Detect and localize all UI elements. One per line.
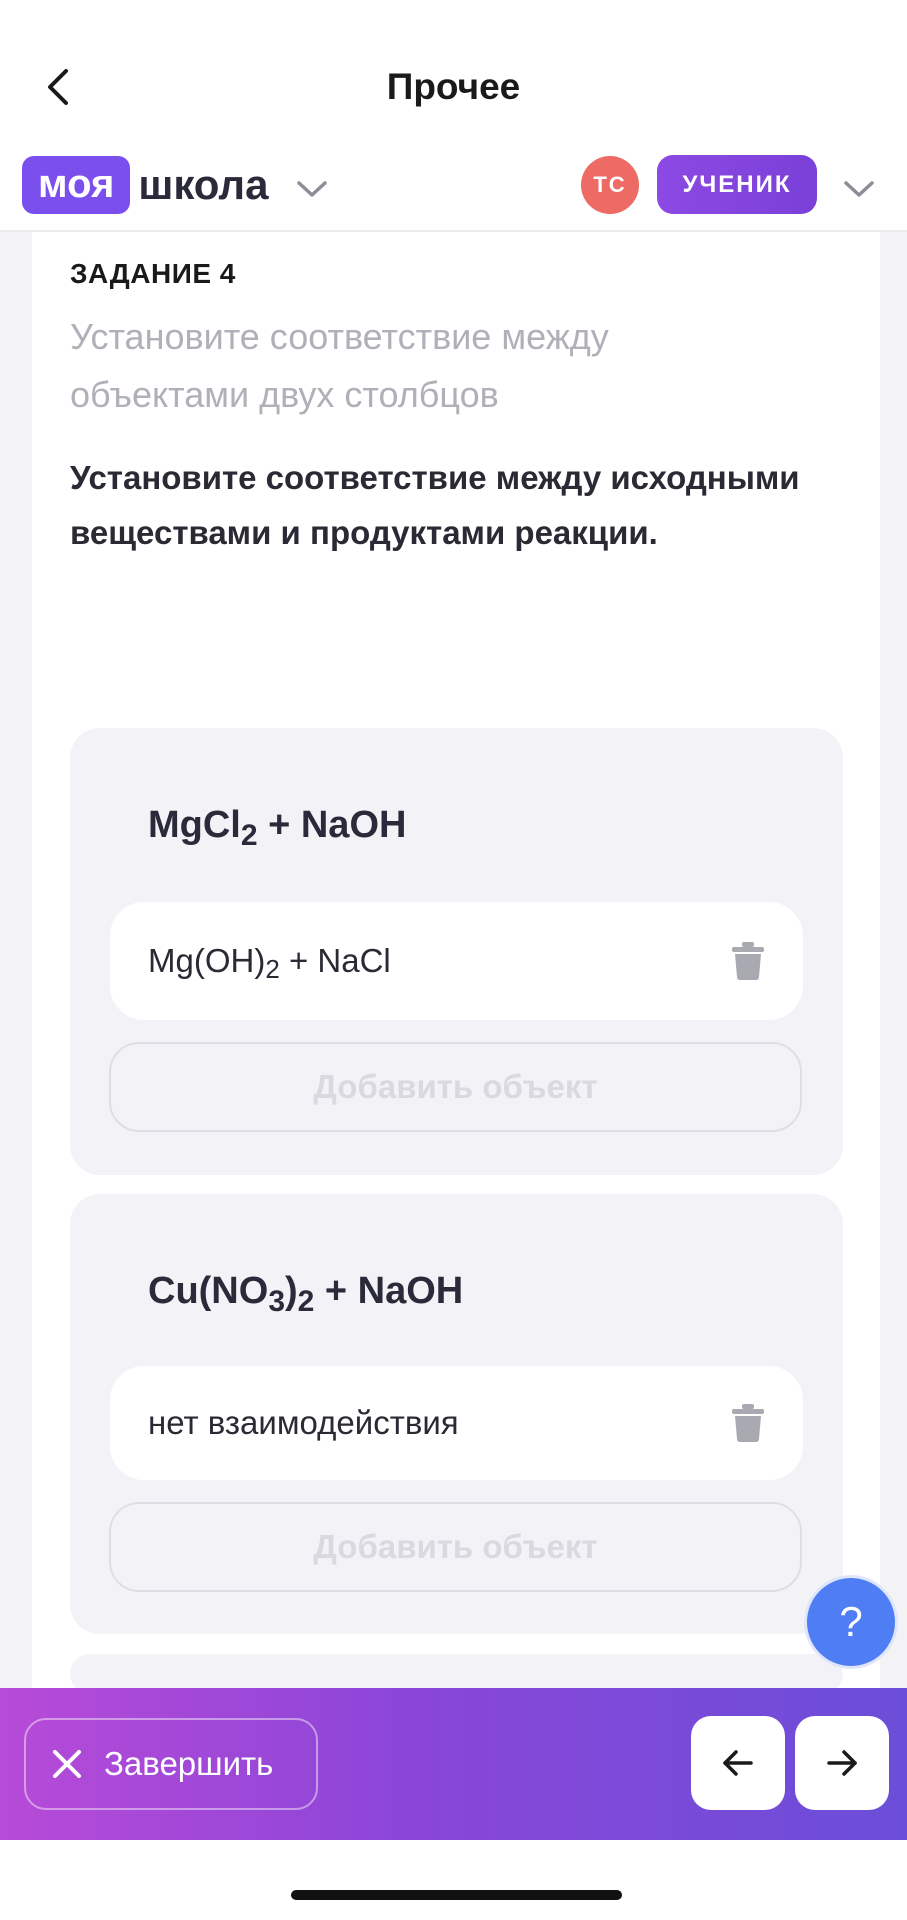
home-indicator[interactable] bbox=[291, 1890, 622, 1900]
answer-text: Mg(OH)2 + NaCl bbox=[148, 902, 391, 1028]
avatar[interactable]: ТС bbox=[581, 156, 639, 214]
task-number: ЗАДАНИЕ 4 bbox=[70, 258, 236, 289]
match-group: Cu(NO3)2 + NaOH нет взаимодействия Добав… bbox=[70, 1194, 843, 1634]
user-menu-chevron-icon[interactable] bbox=[843, 180, 875, 198]
brand-bar: моя школа ТС УЧЕНИК bbox=[0, 150, 907, 232]
formula-subscript: 2 bbox=[240, 819, 258, 852]
add-object-button[interactable]: Добавить объект bbox=[109, 1502, 802, 1592]
school-switcher[interactable]: моя школа bbox=[22, 156, 328, 214]
finish-button[interactable]: Завершить bbox=[24, 1718, 318, 1810]
home-area bbox=[0, 1840, 907, 1920]
group-title: MgCl2 + NaOH bbox=[148, 804, 406, 853]
formula-part: MgCl bbox=[148, 804, 241, 846]
page-title: Прочее bbox=[386, 66, 521, 107]
brand-logo-part1: моя bbox=[22, 156, 131, 214]
formula-subscript: 3 bbox=[268, 1285, 285, 1318]
answer-item[interactable]: Mg(OH)2 + NaCl bbox=[110, 902, 803, 1020]
group-title: Cu(NO3)2 + NaOH bbox=[148, 1270, 463, 1319]
trash-icon[interactable] bbox=[731, 1404, 765, 1442]
finish-label: Завершить bbox=[104, 1745, 274, 1782]
next-button[interactable] bbox=[795, 1716, 889, 1810]
help-button[interactable]: ? bbox=[804, 1575, 898, 1669]
trash-icon[interactable] bbox=[731, 942, 765, 980]
formula-part: + NaOH bbox=[257, 804, 407, 846]
formula-part: ) bbox=[285, 1270, 298, 1312]
formula-part: Cu(NO bbox=[148, 1270, 269, 1312]
arrow-left-icon bbox=[723, 1750, 753, 1776]
bottom-bar: Завершить bbox=[0, 1688, 907, 1840]
formula-subscript: 2 bbox=[265, 954, 280, 984]
arrow-right-icon bbox=[827, 1750, 857, 1776]
chevron-down-icon bbox=[297, 181, 328, 197]
answer-item[interactable]: нет взаимодействия bbox=[110, 1366, 803, 1480]
previous-button[interactable] bbox=[691, 1716, 785, 1810]
task-question: Установите соответствие между исходными … bbox=[70, 459, 800, 551]
close-icon bbox=[53, 1750, 81, 1778]
task-instruction: Установите соответствие между объектами … bbox=[70, 316, 609, 415]
formula-subscript: 2 bbox=[297, 1285, 315, 1318]
top-nav: Прочее bbox=[0, 0, 907, 150]
match-group: MgCl2 + NaOH Mg(OH)2 + NaCl Добавить объ… bbox=[70, 728, 843, 1175]
formula-part: + NaOH bbox=[314, 1270, 464, 1312]
formula-part: + NaCl bbox=[279, 942, 391, 979]
role-badge[interactable]: УЧЕНИК bbox=[657, 155, 817, 214]
add-object-button[interactable]: Добавить объект bbox=[109, 1042, 802, 1132]
answer-text: нет взаимодействия bbox=[148, 1404, 459, 1441]
brand-logo-part2: школа bbox=[138, 161, 269, 208]
formula-part: Mg(OH) bbox=[148, 942, 266, 979]
